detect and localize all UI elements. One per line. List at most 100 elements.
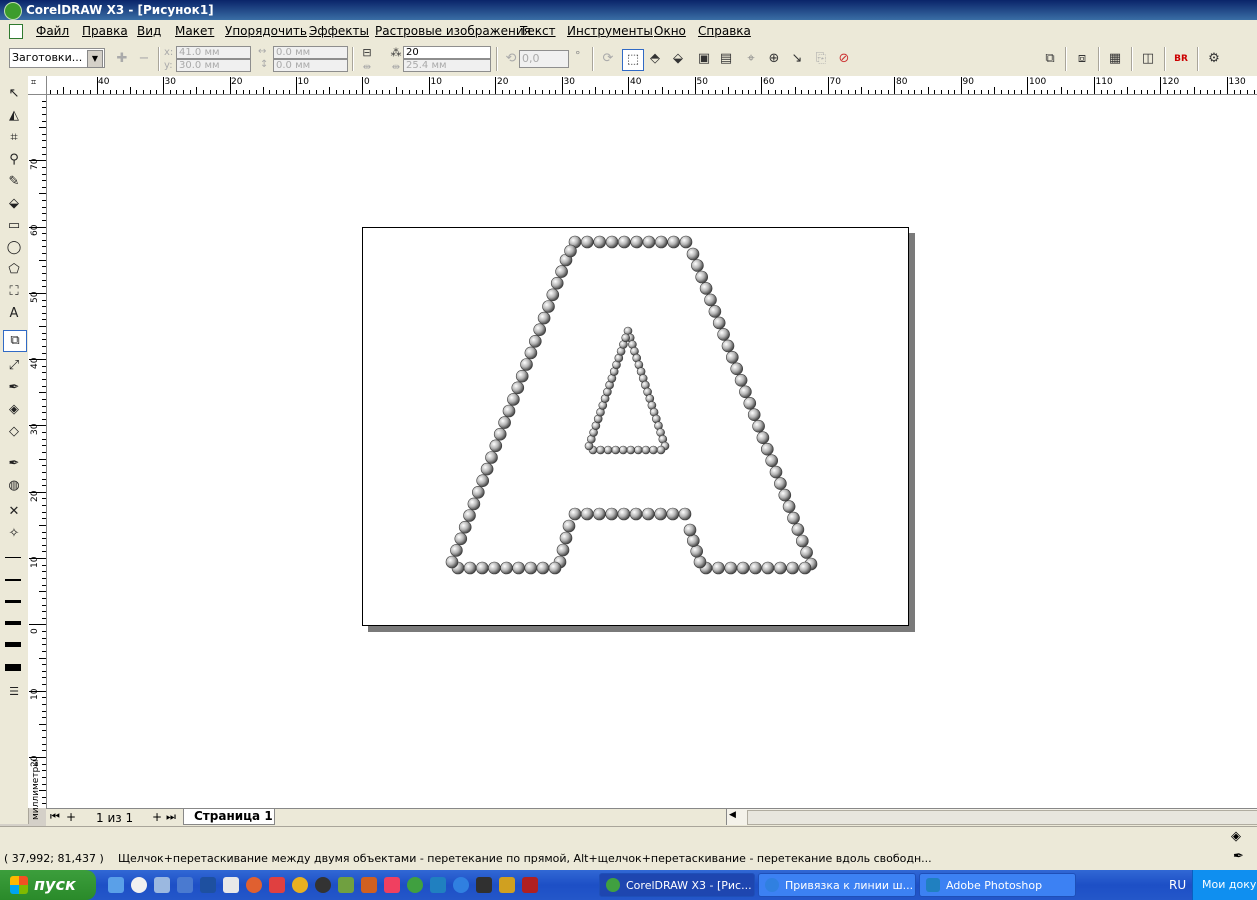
object-acceleration-icon[interactable]: ▣ <box>694 49 714 69</box>
presets-dropdown[interactable]: Заготовки... ▼ <box>9 48 105 68</box>
blend-steps-field[interactable]: 20 <box>403 46 491 59</box>
outline-width-hairline[interactable] <box>5 557 21 558</box>
quicklaunch-ie-icon[interactable] <box>108 877 124 893</box>
horizontal-ruler[interactable]: 40 30 20 10 0 10 20 30 40 50 60 70 80 90 100 110 120 130 <box>28 76 1257 95</box>
rectangle-tool-icon[interactable]: ▭ <box>3 216 25 236</box>
outer-outline-balls[interactable] <box>445 235 818 575</box>
menu-view[interactable]: Вид <box>137 24 161 38</box>
menu-file[interactable]: Файл <box>36 24 69 38</box>
frame-icon[interactable]: ◫ <box>1138 49 1158 69</box>
bitmap-icon[interactable]: BR <box>1171 49 1191 69</box>
outline-width-medium[interactable] <box>5 600 21 603</box>
misc-blend-options-icon[interactable]: ⊕ <box>764 49 784 69</box>
direct-blend-icon[interactable]: ⬚ <box>622 49 644 71</box>
menu-arrange[interactable]: Упорядочить <box>225 24 307 38</box>
polygon-tool-icon[interactable]: ⬠ <box>3 260 25 280</box>
quicklaunch-settings-icon[interactable] <box>315 877 331 893</box>
fill-tool-icon[interactable]: ◈ <box>3 400 25 420</box>
chevron-down-icon[interactable]: ▼ <box>87 50 103 68</box>
horizontal-scrollbar[interactable]: ◀ <box>726 809 1257 825</box>
eyedropper-tool-icon[interactable]: ⤢ <box>3 356 25 376</box>
shape-tool-icon[interactable]: ◭ <box>3 106 25 126</box>
pen-icon[interactable]: ✒ <box>3 454 25 474</box>
color-palette-icon[interactable]: ◍ <box>3 476 25 496</box>
language-indicator[interactable]: RU <box>1169 878 1186 892</box>
page-tab[interactable]: Страница 1 <box>183 809 275 825</box>
vertical-ruler[interactable]: 70 60 50 40 30 20 10 0 10 20 <box>28 94 47 808</box>
document-icon[interactable] <box>9 24 23 39</box>
drawing-canvas[interactable] <box>47 95 1257 808</box>
quicklaunch-acrobat-icon[interactable] <box>269 877 285 893</box>
outline-status-icon[interactable]: ✒ <box>1233 849 1244 864</box>
quicklaunch-calc-icon[interactable] <box>154 877 170 893</box>
quicklaunch-photoshop-icon[interactable] <box>430 877 446 893</box>
start-end-properties-icon[interactable]: ↘ <box>787 49 807 69</box>
menu-window[interactable]: Окно <box>654 24 686 38</box>
ellipse-tool-icon[interactable]: ◯ <box>3 238 25 258</box>
quicklaunch-outlook-icon[interactable] <box>177 877 193 893</box>
start-button[interactable]: пуск <box>0 870 96 900</box>
quicklaunch-ie2-icon[interactable] <box>453 877 469 893</box>
drawing-page[interactable] <box>362 227 909 626</box>
color-acceleration-icon[interactable]: ▤ <box>716 49 736 69</box>
first-page-icon[interactable]: ⏮ <box>50 810 60 824</box>
last-page-icon[interactable]: ⏭ <box>166 810 176 824</box>
add-page-before-icon[interactable]: + <box>66 810 76 824</box>
quicklaunch-coreldraw-icon[interactable] <box>407 877 423 893</box>
options-icon[interactable]: ⚙ <box>1204 49 1224 69</box>
scroll-left-icon[interactable]: ◀ <box>729 810 736 820</box>
quicklaunch-opera-icon[interactable] <box>246 877 262 893</box>
quicklaunch-desktop-icon[interactable] <box>223 877 239 893</box>
outline-width-thick[interactable] <box>5 621 21 625</box>
coreldraw-app-icon[interactable] <box>4 2 22 20</box>
menu-effects[interactable]: Эффекты <box>309 24 369 38</box>
tray-my-documents[interactable]: Мои докум <box>1202 878 1257 891</box>
menu-edit[interactable]: Правка <box>82 24 128 38</box>
smart-fill-tool-icon[interactable]: ⬙ <box>3 194 25 214</box>
taskbar-button-photoshop[interactable]: Adobe Photoshop <box>919 873 1076 897</box>
quicklaunch-paint-icon[interactable] <box>384 877 400 893</box>
taskbar-button-coreldraw[interactable]: CorelDRAW X3 - [Рис... <box>599 873 755 897</box>
interactive-fill-tool-icon[interactable]: ◇ <box>3 422 25 442</box>
outline-width-extra-thick[interactable] <box>5 642 21 647</box>
grid-icon[interactable]: ▦ <box>1105 49 1125 69</box>
freehand-tool-icon[interactable]: ✎ <box>3 172 25 192</box>
counterclockwise-blend-icon[interactable]: ⬙ <box>668 49 688 69</box>
outline-width-heaviest[interactable] <box>5 664 21 671</box>
hairline-icon[interactable]: ✧ <box>3 524 25 544</box>
crop-tool-icon[interactable]: ⌗ <box>3 128 25 148</box>
clockwise-blend-icon[interactable]: ⬘ <box>645 49 665 69</box>
blended-letter-a[interactable] <box>363 228 908 625</box>
ruler-origin[interactable]: ⌗ <box>28 76 47 95</box>
menu-bitmaps[interactable]: Растровые изображения <box>375 24 531 38</box>
quicklaunch-tool-icon[interactable] <box>499 877 515 893</box>
menu-text[interactable]: Текст <box>520 24 556 38</box>
color-docker-icon[interactable]: ☰ <box>3 682 25 702</box>
quicklaunch-video-icon[interactable] <box>476 877 492 893</box>
taskbar-button-browser[interactable]: Привязка к линии ш... <box>758 873 916 897</box>
pick-tool-icon[interactable]: ↖ <box>3 84 25 104</box>
outline-tool-icon[interactable]: ✒ <box>3 378 25 398</box>
no-outline-icon[interactable]: ✕ <box>3 502 25 522</box>
quicklaunch-chrome-icon[interactable] <box>292 877 308 893</box>
copy-blend-icon[interactable]: ⧉ <box>1040 49 1060 69</box>
accelerate-sizing-icon[interactable]: ⌖ <box>741 49 761 69</box>
inner-outline-balls[interactable] <box>584 326 670 455</box>
add-page-after-icon[interactable]: + <box>152 810 162 824</box>
menu-help[interactable]: Справка <box>698 24 751 38</box>
quicklaunch-media-icon[interactable] <box>131 877 147 893</box>
quicklaunch-explorer-icon[interactable] <box>361 877 377 893</box>
scroll-thumb[interactable] <box>747 810 1257 825</box>
fill-status-icon[interactable]: ◈ <box>1231 829 1241 844</box>
blend-path-icon[interactable]: ⧈ <box>1072 49 1092 69</box>
menu-tools[interactable]: Инструменты <box>567 24 653 38</box>
basic-shapes-tool-icon[interactable]: ⛶ <box>3 282 25 302</box>
quicklaunch-flash-icon[interactable] <box>522 877 538 893</box>
text-tool-icon[interactable]: A <box>3 304 25 324</box>
menu-layout[interactable]: Макет <box>175 24 214 38</box>
clear-blend-icon[interactable]: ⊘ <box>834 49 854 69</box>
outline-width-thin[interactable] <box>5 579 21 581</box>
blend-tool-icon[interactable]: ⧉ <box>3 330 27 352</box>
quicklaunch-app-icon[interactable] <box>338 877 354 893</box>
quicklaunch-word-icon[interactable] <box>200 877 216 893</box>
